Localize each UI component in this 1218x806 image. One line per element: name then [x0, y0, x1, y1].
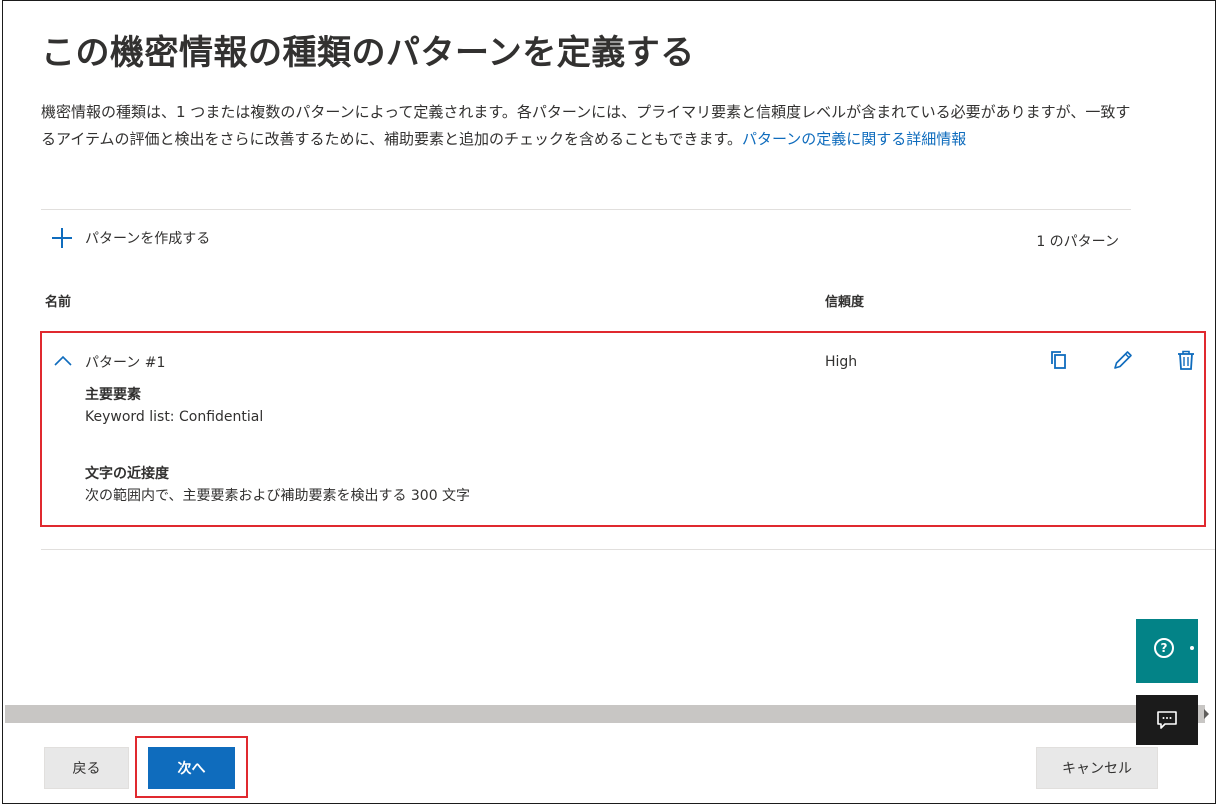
help-label-fragment-icon	[1190, 646, 1194, 650]
top-divider	[41, 209, 1131, 210]
page-title: この機密情報の種類のパターンを定義する	[41, 33, 695, 73]
edit-pencil-icon[interactable]	[1112, 349, 1134, 371]
delete-trash-icon[interactable]	[1175, 349, 1197, 371]
plus-icon	[51, 227, 73, 249]
wizard-panel: この機密情報の種類のパターンを定義する 機密情報の種類は、1 つまたは複数のパタ…	[2, 0, 1216, 804]
pattern-confidence: High	[825, 354, 858, 370]
keyword-list-label: Keyword list:	[85, 409, 175, 425]
proximity-detail: 次の範囲内で、主要要素および補助要素を検出する 300 文字	[85, 488, 471, 504]
pattern-name: パターン #1	[85, 355, 166, 371]
horizontal-scrollbar[interactable]	[5, 705, 1205, 723]
back-button[interactable]: 戻る	[44, 747, 129, 789]
proximity-heading: 文字の近接度	[85, 466, 169, 482]
keyword-list-value: Confidential	[178, 409, 264, 425]
chevron-up-icon[interactable]	[53, 351, 73, 371]
next-button[interactable]: 次へ	[148, 747, 235, 789]
cancel-button[interactable]: キャンセル	[1036, 747, 1158, 789]
page-description: 機密情報の種類は、1 つまたは複数のパターンによって定義されます。各パターンには…	[41, 99, 1131, 153]
column-header-name: 名前	[45, 295, 72, 310]
create-pattern-button[interactable]: パターンを作成する	[51, 227, 210, 249]
primary-element-heading: 主要要素	[85, 387, 141, 403]
help-button[interactable]: ?	[1136, 619, 1198, 683]
create-pattern-label: パターンを作成する	[85, 231, 211, 247]
chat-feedback-icon	[1157, 711, 1177, 729]
copy-icon[interactable]	[1048, 349, 1070, 371]
bottom-divider	[41, 549, 1215, 550]
scroll-right-arrow-icon[interactable]	[1204, 709, 1209, 719]
primary-element-detail: Keyword list: Confidential	[85, 409, 263, 425]
learn-more-link[interactable]: パターンの定義に関する詳細情報	[742, 130, 966, 148]
column-header-confidence: 信頼度	[825, 295, 865, 310]
question-circle-icon: ?	[1154, 638, 1174, 658]
feedback-button[interactable]	[1136, 695, 1198, 745]
description-text: 機密情報の種類は、1 つまたは複数のパターンによって定義されます。各パターンには…	[41, 103, 1131, 148]
pattern-count: 1 のパターン	[1036, 234, 1119, 250]
